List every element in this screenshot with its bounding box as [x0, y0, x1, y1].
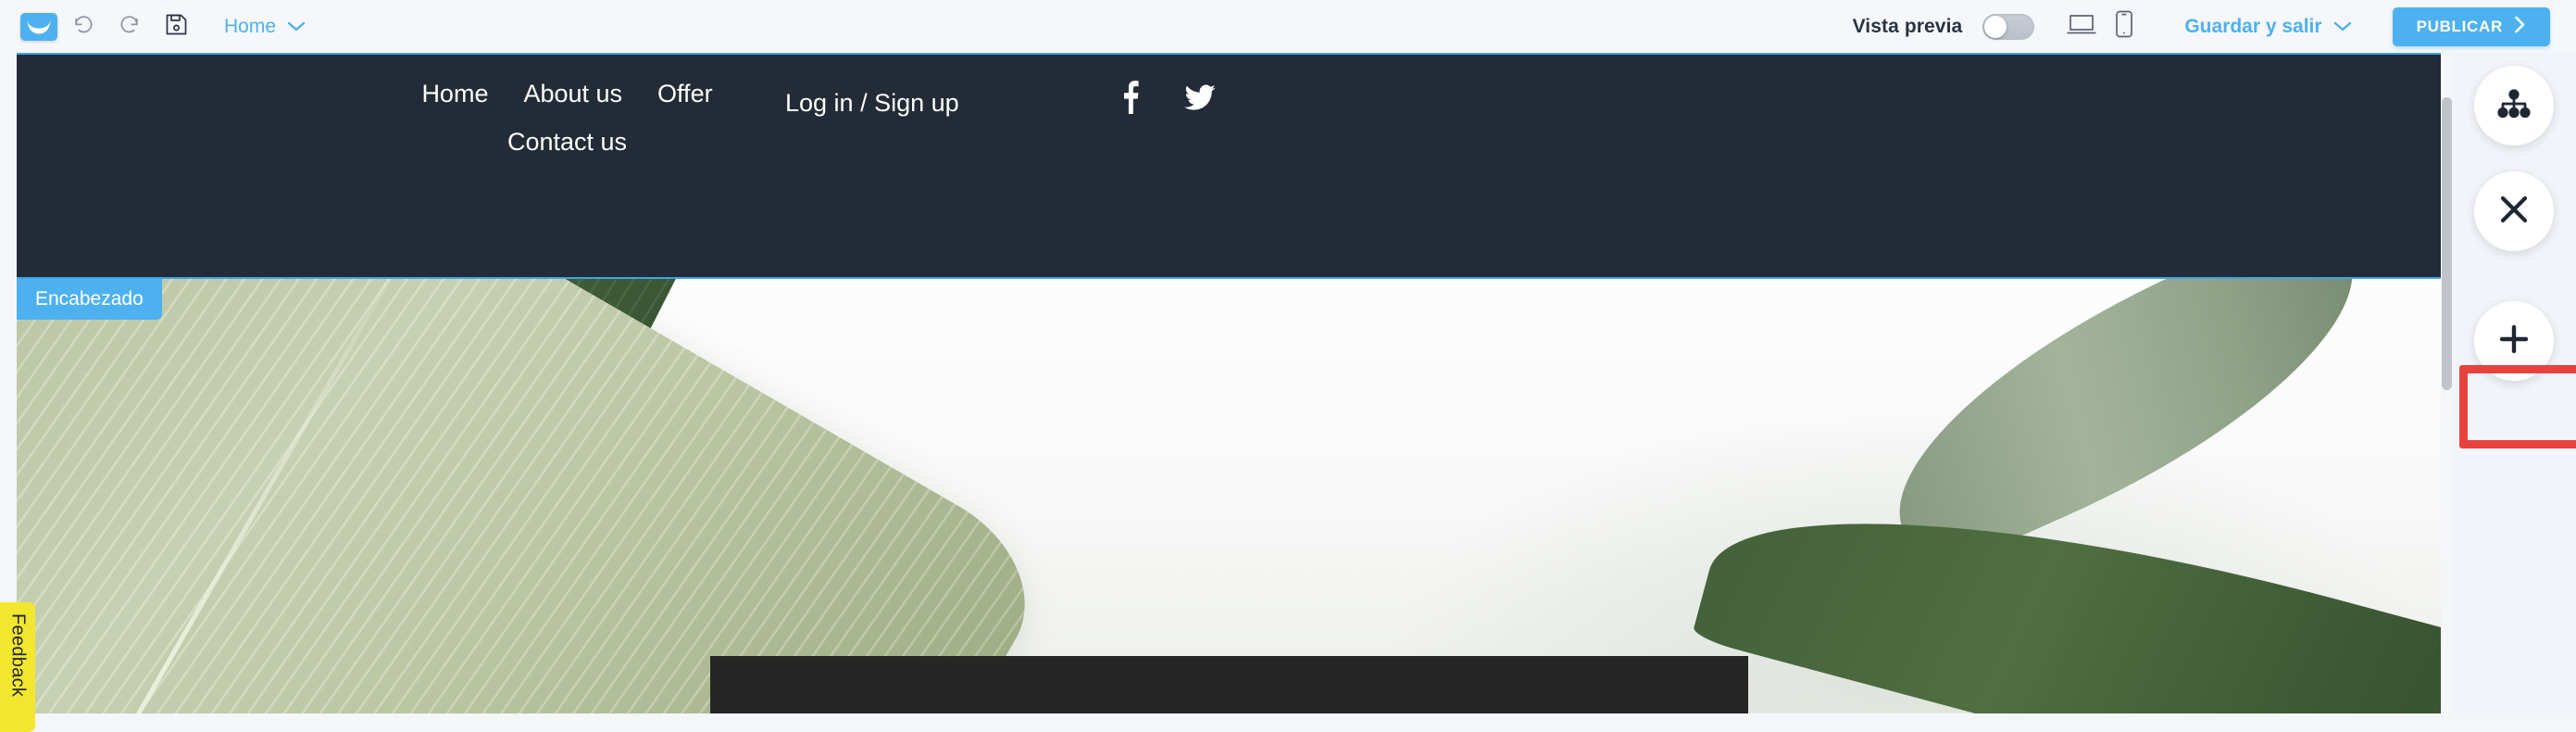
- sitemap-icon: [2496, 88, 2532, 123]
- nav-link-about-us[interactable]: About us: [523, 79, 622, 110]
- nav-link-offer[interactable]: Offer: [657, 79, 713, 110]
- site-nav-row-2: Contact us: [435, 127, 699, 158]
- twitter-icon[interactable]: [1184, 81, 1216, 114]
- hero-content-block[interactable]: [710, 656, 1748, 713]
- add-section-highlight: [2459, 365, 2576, 448]
- desktop-laptop-icon: [2066, 12, 2097, 41]
- toolbar-left-group: Home: [0, 6, 306, 47]
- plus-add-icon: [2498, 323, 2530, 360]
- mobile-phone-icon: [2115, 10, 2133, 43]
- redo-button[interactable]: [109, 6, 150, 47]
- desktop-view-button[interactable]: [2060, 6, 2103, 48]
- undo-button[interactable]: [63, 6, 104, 47]
- save-and-exit-label: Guardar y salir: [2184, 15, 2322, 37]
- publish-button[interactable]: PUBLICAR: [2392, 6, 2550, 46]
- site-header-section[interactable]: Home About us Offer Contact us Log in / …: [17, 53, 2441, 279]
- site-canvas[interactable]: Home About us Offer Contact us Log in / …: [17, 53, 2441, 713]
- mobile-view-button[interactable]: [2103, 6, 2145, 48]
- page-selector[interactable]: Home: [224, 16, 306, 38]
- toggle-knob: [1984, 15, 2007, 38]
- facebook-icon[interactable]: [1114, 81, 1145, 114]
- right-sidebar: [2452, 53, 2576, 713]
- envelope-smile-logo-icon: [23, 15, 55, 39]
- save-button[interactable]: [156, 6, 196, 47]
- close-x-icon: [2498, 194, 2530, 230]
- sitemap-button[interactable]: [2474, 66, 2554, 145]
- page-selector-label: Home: [224, 15, 277, 37]
- toolbar-right-group: Vista previa Guardar y salir PUBLICAR: [1853, 6, 2576, 48]
- redo-icon: [118, 12, 142, 41]
- canvas-scrollbar[interactable]: [2442, 97, 2452, 390]
- preview-toggle[interactable]: [1982, 13, 2035, 40]
- undo-icon: [71, 12, 95, 41]
- login-signup-link[interactable]: Log in / Sign up: [785, 89, 959, 118]
- chevron-right-icon: [2514, 16, 2526, 38]
- section-badge-encabezado[interactable]: Encabezado: [17, 279, 162, 320]
- preview-label: Vista previa: [1852, 15, 1963, 37]
- top-toolbar: Home Vista previa Guardar y salir PUBLIC…: [0, 0, 2576, 53]
- publish-button-label: PUBLICAR: [2416, 17, 2503, 35]
- floppy-save-icon: [165, 13, 188, 41]
- chevron-down-icon: [287, 16, 306, 38]
- site-nav: Home About us Offer Contact us: [421, 79, 712, 158]
- nav-link-home[interactable]: Home: [421, 79, 488, 110]
- site-nav-row-1: Home About us Offer: [421, 79, 712, 110]
- close-panel-button[interactable]: [2474, 171, 2554, 251]
- nav-link-contact-us[interactable]: Contact us: [507, 127, 627, 158]
- feedback-tab-label: Feedback: [7, 613, 29, 698]
- hero-image-section[interactable]: [17, 279, 2441, 713]
- save-and-exit-button[interactable]: Guardar y salir: [2184, 16, 2351, 38]
- chevron-down-icon: [2333, 16, 2352, 38]
- app-logo-button[interactable]: [20, 12, 57, 41]
- feedback-tab[interactable]: Feedback: [0, 602, 35, 732]
- social-links: [1114, 81, 1216, 114]
